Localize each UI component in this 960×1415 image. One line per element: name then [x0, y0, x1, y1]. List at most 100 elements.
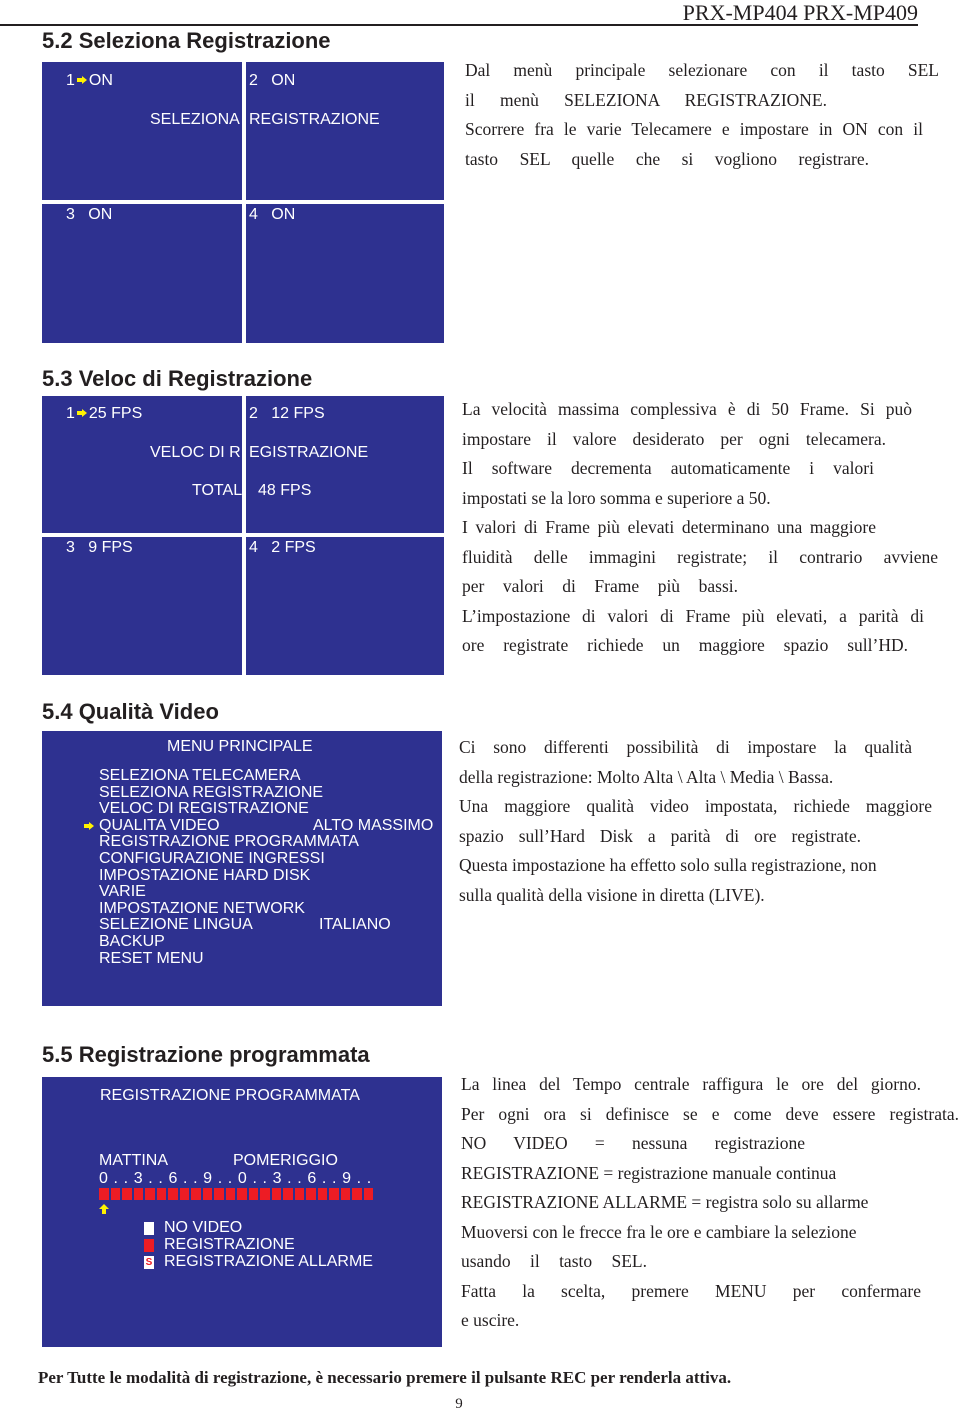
- description-line: Muoversi con le frecce fra le ore e camb…: [461, 1221, 857, 1242]
- screen-title-right: EGISTRAZIONE: [249, 444, 369, 461]
- hour-slot-8[interactable]: [191, 1188, 201, 1200]
- section-5-4-description: Ci sono differenti possibilità di impost…: [459, 733, 933, 910]
- hour-slot-0[interactable]: [99, 1188, 109, 1200]
- description-line: impostati se la loro somma e superiore a…: [462, 487, 771, 508]
- no-video-swatch-icon: [144, 1221, 154, 1235]
- description-line: fluidità delle immagini registrate; il c…: [462, 546, 938, 567]
- select-recording-screen: 1 ON 2 ON SELEZIONA REGISTRAZIONE 3 ON 4 …: [42, 62, 444, 343]
- cursor-arrow-icon: [76, 409, 87, 417]
- menu-item-configurazione-ingressi[interactable]: CONFIGURAZIONE INGRESSI: [99, 850, 359, 868]
- hour-slot-3[interactable]: [133, 1188, 143, 1200]
- hour-slot-22[interactable]: [352, 1188, 362, 1200]
- hour-slot-7[interactable]: [179, 1188, 189, 1200]
- hour-slot-1[interactable]: [110, 1188, 120, 1200]
- menu-item-impostazione-hard-disk[interactable]: IMPOSTAZIONE HARD DISK: [99, 867, 359, 885]
- hour-scale: 0 . . 3 . . 6 . . 9 . . 0 . . 3 . . 6 . …: [99, 1170, 372, 1187]
- hour-slot-11[interactable]: [225, 1188, 235, 1200]
- description-line: per valori di Frame più bassi.: [462, 576, 738, 596]
- document-model-header: PRX-MP404 PRX-MP409: [682, 0, 918, 25]
- hour-slot-10[interactable]: [214, 1188, 224, 1200]
- cursor-arrow-icon: [76, 76, 87, 84]
- camera-value: ON: [271, 206, 296, 223]
- section-5-4-title: 5.4 Qualità Video: [42, 699, 219, 724]
- menu-item-qualita-video[interactable]: QUALITA VIDEO ALTO MASSIMO: [84, 817, 433, 835]
- hour-slot-18[interactable]: [306, 1188, 316, 1200]
- morning-label: MATTINA: [99, 1152, 169, 1169]
- section-5-3-title: 5.3 Veloc di Registrazione: [42, 366, 313, 391]
- section-5-5-title: 5.5 Registrazione programmata: [42, 1042, 370, 1067]
- menu-item-varie[interactable]: VARIE: [99, 883, 359, 901]
- screen-title-left: SELEZIONA: [150, 111, 240, 128]
- hour-slot-14[interactable]: [260, 1188, 270, 1200]
- menu-item-registrazione-programmata[interactable]: REGISTRAZIONE PROGRAMMATA: [99, 834, 359, 851]
- camera-2-setting: 2 ON: [249, 72, 295, 90]
- recording-speed-screen: 1 25 FPS 2 12 FPS VELOC DI R EGISTRAZIONE…: [42, 396, 444, 675]
- camera-value: 2 FPS: [271, 539, 316, 556]
- section-5-2-title: 5.2 Seleziona Registrazione: [42, 28, 331, 53]
- afternoon-label: POMERIGGIO: [233, 1152, 338, 1169]
- main-menu-screen: MENU PRINCIPALE SELEZIONA TELECAMERA SEL…: [42, 731, 442, 1006]
- section-5-2-description: Dal menù principale selezionare con il t…: [465, 56, 939, 174]
- section-5-5-description: La linea del Tempo centrale raffigura le…: [461, 1070, 959, 1336]
- hour-slot-23[interactable]: [363, 1188, 373, 1200]
- recording-swatch-icon: [144, 1238, 154, 1252]
- hour-slot-4[interactable]: [145, 1188, 155, 1200]
- description-line: REGISTRAZIONE = registrazione manuale co…: [461, 1162, 837, 1183]
- hour-timeline: [99, 1188, 373, 1200]
- camera-number: 2: [249, 72, 258, 89]
- total-fps-value: 48 FPS: [258, 482, 312, 499]
- hour-slot-17[interactable]: [294, 1188, 304, 1200]
- menu-item-impostazione-network[interactable]: IMPOSTAZIONE NETWORK: [99, 900, 359, 918]
- description-line: ore registrate richiede un maggiore spaz…: [462, 635, 908, 655]
- page-number: 9: [455, 1396, 463, 1412]
- description-line: Per ogni ora si definisce se e come deve…: [461, 1103, 959, 1124]
- menu-item-seleziona-registrazione[interactable]: SELEZIONA REGISTRAZIONE: [99, 784, 359, 802]
- hour-slot-19[interactable]: [317, 1188, 327, 1200]
- hour-slot-16[interactable]: [283, 1188, 293, 1200]
- hour-slot-13[interactable]: [248, 1188, 258, 1200]
- camera-value: ON: [88, 72, 113, 89]
- description-line: Il software decrementa automaticamente i…: [462, 458, 874, 478]
- description-line: della registrazione: Molto Alta \ Alta \…: [459, 766, 834, 787]
- selezione-lingua-value: ITALIANO: [319, 916, 391, 934]
- camera-1-fps: 1 25 FPS: [66, 405, 142, 423]
- camera-value: 12 FPS: [271, 405, 325, 422]
- description-line: tasto SEL quelle che si vogliono registr…: [465, 148, 869, 169]
- description-line: La velocità massima complessiva è di 50 …: [462, 399, 912, 419]
- hour-slot-6[interactable]: [168, 1188, 178, 1200]
- menu-item-selezione-lingua[interactable]: SELEZIONE LINGUA ITALIANO: [99, 917, 391, 934]
- schedule-screen-title: REGISTRAZIONE PROGRAMMATA: [100, 1087, 360, 1104]
- camera-number: 2: [249, 405, 258, 422]
- menu-item-reset-menu[interactable]: RESET MENU: [99, 950, 359, 968]
- menu-item-veloc-registrazione[interactable]: VELOC DI REGISTRAZIONE: [99, 800, 359, 818]
- menu-item-backup[interactable]: BACKUP: [99, 933, 359, 951]
- screen-title-left: VELOC DI R: [150, 444, 241, 461]
- hour-slot-2[interactable]: [122, 1188, 132, 1200]
- section-5-3-description: La velocità massima complessiva è di 50 …: [462, 395, 938, 661]
- description-line: spazio sull’Hard Disk a parità di ore re…: [459, 825, 861, 846]
- description-line: L’impostazione di valori di Frame più el…: [462, 605, 924, 626]
- camera-4-quadrant: [246, 537, 444, 675]
- hour-slot-20[interactable]: [329, 1188, 339, 1200]
- hour-slot-5[interactable]: [156, 1188, 166, 1200]
- camera-1-setting: 1 ON: [66, 72, 113, 90]
- legend-no-video: NO VIDEO: [144, 1219, 242, 1237]
- camera-4-quadrant: [246, 204, 444, 343]
- description-line: Ci sono differenti possibilità di impost…: [459, 737, 912, 757]
- description-line: Una maggiore qualità video impostata, ri…: [459, 796, 932, 816]
- hour-cursor-arrow-icon: [99, 1204, 109, 1214]
- camera-value: 25 FPS: [88, 405, 143, 422]
- description-line: NO VIDEO = nessuna registrazione: [461, 1133, 805, 1153]
- menu-item-seleziona-telecamera[interactable]: SELEZIONA TELECAMERA: [99, 767, 359, 785]
- cursor-arrow-icon: [84, 821, 94, 830]
- description-line: Dal menù principale selezionare con il t…: [465, 60, 939, 80]
- camera-3-quadrant: [42, 204, 242, 343]
- hour-slot-15[interactable]: [271, 1188, 281, 1200]
- alarm-swatch-icon: S: [144, 1255, 154, 1269]
- description-line: La linea del Tempo centrale raffigura le…: [461, 1074, 921, 1094]
- hour-slot-21[interactable]: [340, 1188, 350, 1200]
- camera-4-fps: 4 2 FPS: [249, 539, 316, 557]
- hour-slot-9[interactable]: [202, 1188, 212, 1200]
- hour-slot-12[interactable]: [237, 1188, 247, 1200]
- camera-number: 3: [66, 206, 75, 223]
